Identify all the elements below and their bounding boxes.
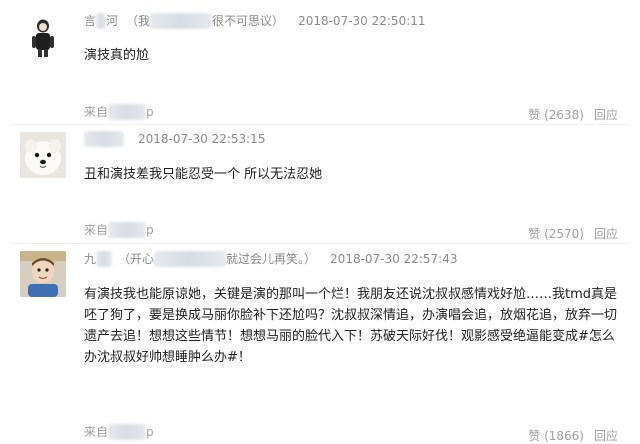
comment-text: 演技真的尬: [84, 48, 150, 63]
author-name[interactable]: 九: [84, 251, 113, 267]
author-name[interactable]: 言河: [84, 13, 118, 29]
timestamp: 2018-07-30 22:53:15: [138, 132, 266, 146]
comment-header: 言河 （我 很不可思议） 2018-07-30 22:50:11: [84, 13, 426, 29]
avatar[interactable]: [20, 132, 66, 178]
timestamp: 2018-07-30 22:57:43: [330, 252, 458, 266]
divider: [12, 243, 628, 244]
author-signature: （我 很不可思议）: [126, 13, 285, 29]
like-button[interactable]: 赞 (2570): [528, 227, 584, 241]
like-button[interactable]: 赞 (1866): [528, 429, 584, 443]
comment-source: 来自 p: [84, 424, 154, 440]
reply-button[interactable]: 回应: [594, 429, 618, 443]
reply-button[interactable]: 回应: [594, 227, 618, 241]
author-signature: （开心 就过会儿再笑。）: [118, 251, 317, 267]
comment-source: 来自 p: [84, 104, 154, 120]
reply-button[interactable]: 回应: [594, 108, 618, 122]
avatar[interactable]: [20, 251, 66, 297]
dog-avatar-icon: [20, 132, 66, 178]
comment-text: 丑和演技差我只能忍受一个 所以无法忍她: [84, 167, 323, 182]
divider: [12, 124, 628, 125]
comment-source: 来自 p: [84, 222, 154, 238]
comment-text: 有演技我也能原谅她，关键是演的那叫一个烂！我朋友还说沈叔叔感情戏好尬……我tmd…: [84, 287, 618, 365]
comment-header: 2018-07-30 22:53:15: [84, 131, 265, 147]
comment-header: 九 （开心 就过会儿再笑。） 2018-07-30 22:57:43: [84, 251, 458, 267]
person-avatar-icon: [20, 251, 66, 297]
user-avatar-icon: [20, 14, 66, 60]
avatar[interactable]: [20, 14, 66, 60]
like-button[interactable]: 赞 (2638): [528, 108, 584, 122]
comment-actions: 赞 (1866) 回应: [528, 428, 618, 444]
comment-actions: 赞 (2570) 回应: [528, 226, 618, 242]
author-name[interactable]: [84, 131, 124, 147]
comment-actions: 赞 (2638) 回应: [528, 107, 618, 123]
timestamp: 2018-07-30 22:50:11: [298, 14, 426, 28]
